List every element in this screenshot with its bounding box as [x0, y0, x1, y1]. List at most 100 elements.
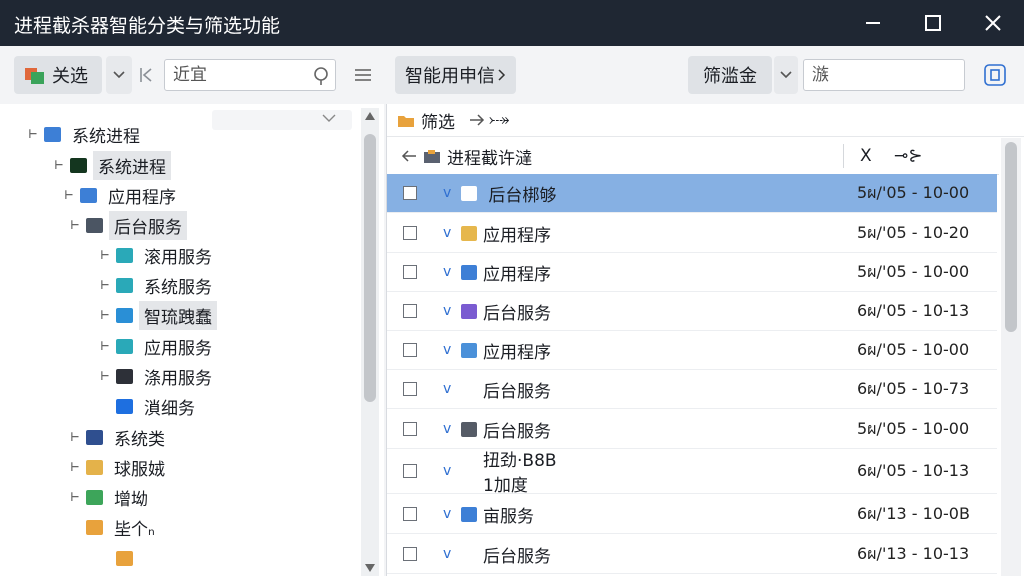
row-checkbox[interactable] [403, 226, 417, 240]
menu-icon[interactable] [354, 68, 372, 82]
tree-connector[interactable]: ⊢ [48, 157, 70, 173]
tree-item[interactable]: ⊢ 系统类 [64, 423, 170, 451]
list-scroll-thumb[interactable] [1005, 142, 1017, 332]
chevron-down-icon[interactable] [322, 114, 336, 123]
breadcrumb-tail[interactable]: ⤐ [489, 110, 509, 130]
tree-connector[interactable]: ⊢ [94, 277, 116, 293]
row-checkbox[interactable] [403, 464, 417, 478]
list-row[interactable]: v 后台服务 6ผ/'05 - 10-13 [387, 292, 997, 331]
minimize-icon [866, 22, 880, 24]
process-name: 应用程序 [483, 260, 857, 285]
search-input[interactable] [164, 59, 336, 91]
tree-item-label: 应用服务 [144, 338, 212, 359]
list-row[interactable]: v 后台服务 6ผ/'13 - 10-13 [387, 535, 997, 574]
expand-chevron-icon[interactable]: v [443, 185, 457, 201]
tree-connector[interactable]: ⊢ [94, 247, 116, 263]
tree-item[interactable]: ⊢ 系统进程 [48, 150, 171, 180]
select-dropdown-button[interactable] [106, 56, 132, 94]
process-name: 后台服务 [483, 299, 857, 324]
list-row[interactable]: v 扭劲·B8B 1加度 6ผ/'05 - 10-13 [387, 449, 997, 496]
tree-item[interactable]: ⊢ 涤用服务 [94, 362, 217, 390]
row-checkbox[interactable] [403, 422, 417, 436]
column-time-header[interactable]: ⊸⊱ [894, 146, 923, 166]
tree-item[interactable]: ⊢ 系统进程 [22, 120, 145, 148]
tree-item-label: 系统进程 [93, 150, 171, 180]
tree-item-label: 涤用服务 [144, 368, 212, 389]
tree-connector[interactable]: ⊢ [64, 459, 86, 475]
tree-connector[interactable]: ⊢ [64, 429, 86, 445]
tree-item-label: 系统类 [114, 429, 165, 450]
list-row[interactable]: v 应用程序 6ผ/'05 - 10-00 [387, 331, 997, 370]
list-row[interactable]: v 应用程序 5ผ/'05 - 10-20 [387, 214, 997, 253]
tree-item[interactable]: ⊢ 应用服务 [94, 332, 217, 360]
process-name-line: 后台服务 [483, 303, 551, 324]
expand-chevron-icon[interactable]: v [443, 342, 457, 358]
location-pin-icon[interactable] [312, 66, 330, 86]
tree-item[interactable]: ⊢ 增坳 [64, 483, 153, 511]
back-to-start-icon[interactable] [138, 66, 154, 84]
row-checkbox[interactable] [403, 265, 417, 279]
expand-chevron-icon[interactable]: v [443, 421, 457, 437]
tree-connector[interactable]: ⊢ [94, 338, 116, 354]
tree-connector[interactable]: ⊢ [64, 217, 86, 233]
list-row[interactable]: v ⁠ 后台梆够 5ผ/'05 - 10-00 [387, 174, 997, 213]
process-name: 后台服务 [483, 377, 857, 402]
process-name-line: 应用程序 [483, 225, 551, 246]
settings-panel-icon[interactable] [983, 63, 1007, 87]
row-checkbox[interactable] [403, 382, 417, 396]
maximize-button[interactable] [903, 0, 963, 46]
scroll-up-icon[interactable] [365, 112, 375, 120]
tree-scrollbar[interactable] [361, 108, 379, 576]
list-row[interactable]: v 应用程序 5ผ/'05 - 10-00 [387, 253, 997, 292]
minimize-button[interactable] [843, 0, 903, 46]
scroll-down-icon[interactable] [365, 564, 375, 572]
tree-connector[interactable]: ⊢ [94, 368, 116, 384]
process-time: 6ผ/'05 - 10-73 [857, 378, 970, 398]
list-row[interactable]: v 后台服务 5ผ/'05 - 10-00 [387, 410, 997, 449]
tree-item[interactable]: ⊢ 滚用服务 [94, 241, 217, 269]
folder-icon [44, 126, 61, 142]
expand-chevron-icon[interactable]: v [443, 303, 457, 319]
list-row[interactable]: v 亩服务 6ผ/'13 - 10-0B [387, 495, 997, 534]
tree-connector[interactable]: ⊢ [94, 307, 116, 323]
close-button[interactable] [963, 0, 1023, 46]
expand-chevron-icon[interactable]: v [443, 546, 457, 562]
process-icon [461, 506, 477, 522]
filter-button[interactable]: 筛滥金 [688, 56, 772, 94]
filter-input[interactable] [803, 59, 965, 91]
breadcrumb-folder[interactable]: 筛选 [421, 108, 455, 133]
list-scrollbar[interactable] [1001, 138, 1021, 576]
tree-item[interactable]: 坒个ₙ [64, 513, 160, 541]
tree-item[interactable] [94, 544, 149, 572]
select-button[interactable]: 关选 [14, 56, 102, 94]
row-checkbox[interactable] [403, 186, 417, 200]
tree-connector[interactable]: ⊢ [64, 489, 86, 505]
row-checkbox[interactable] [403, 304, 417, 318]
smart-filter-button[interactable]: 智能用申信 [395, 56, 516, 94]
tree-scroll-thumb[interactable] [364, 134, 376, 402]
expand-chevron-icon[interactable]: v [443, 225, 457, 241]
expand-chevron-icon[interactable]: v [443, 463, 457, 479]
filter-dropdown-button[interactable] [774, 56, 798, 94]
row-checkbox[interactable] [403, 547, 417, 561]
tree-item[interactable]: ⊢ 智琉跩蠢 [94, 300, 217, 330]
arrow-left-icon[interactable] [401, 150, 417, 162]
tree-item[interactable]: 溑细务 [94, 392, 200, 420]
tree-item[interactable]: ⊢ 应用程序 [58, 181, 181, 209]
tree-connector[interactable]: ⊢ [58, 187, 80, 203]
list-row[interactable]: v 后台服务 6ผ/'05 - 10-73 [387, 370, 997, 409]
row-checkbox[interactable] [403, 343, 417, 357]
tree-item-label: 应用程序 [108, 187, 176, 208]
process-time: 5ผ/'05 - 10-00 [857, 418, 970, 438]
row-checkbox[interactable] [403, 507, 417, 521]
tree-item[interactable]: ⊢ 后台服务 [64, 210, 187, 240]
tree-item[interactable]: ⊢ 系统服务 [94, 271, 217, 299]
process-name-line: 后台服务 [483, 381, 551, 402]
expand-chevron-icon[interactable]: v [443, 506, 457, 522]
tree-connector[interactable]: ⊢ [22, 126, 44, 142]
tree-item[interactable]: ⊢ 球服娀 [64, 453, 170, 481]
expand-chevron-icon[interactable]: v [443, 264, 457, 280]
select-button-label: 关选 [52, 66, 88, 87]
expand-chevron-icon[interactable]: v [443, 381, 457, 397]
column-x-header[interactable]: X [860, 146, 894, 166]
